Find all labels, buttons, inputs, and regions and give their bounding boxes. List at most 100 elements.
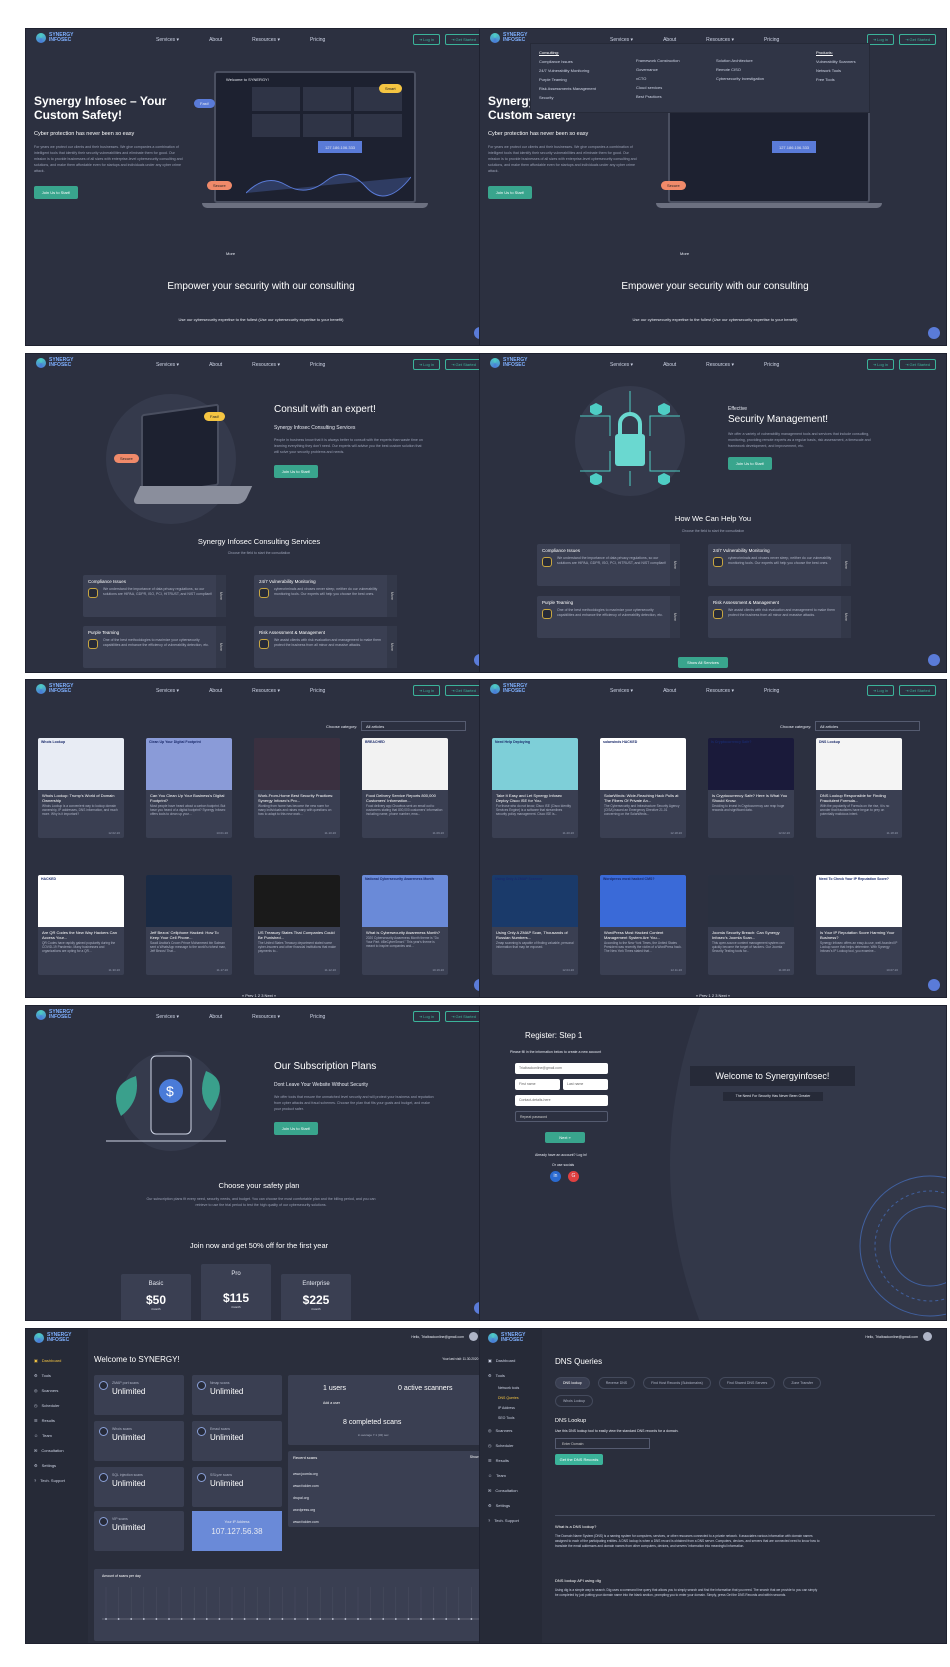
article-title[interactable]: Work-From-Home Best Security Practices: … (254, 790, 340, 804)
more-button[interactable]: More (841, 544, 851, 586)
login-button[interactable]: ⇥ Log in (866, 359, 895, 370)
sidebar-item-consultation[interactable]: ✉ Consultation (480, 1483, 542, 1498)
nav-pricing[interactable]: Pricing (310, 688, 325, 694)
article-card[interactable]: Wordpress most hacked CMS? WordPress Most… (600, 875, 686, 975)
nav-services[interactable]: Services ▾ (610, 362, 633, 368)
logo[interactable]: SYNERGY INFOSEC (36, 358, 73, 368)
article-title[interactable]: Can You Clean Up Your Business's Digital… (146, 790, 232, 804)
nav-resources[interactable]: Resources ▾ (252, 37, 280, 43)
article-title[interactable]: Joomla Security Breach: Can Synergy Info… (708, 927, 794, 941)
contact-field[interactable]: Contact-details-here (515, 1095, 608, 1106)
sidebar-item-scheduler[interactable]: ◷ Scheduler (26, 1398, 88, 1413)
nav-about[interactable]: About (209, 362, 222, 368)
logo[interactable]: SYNERGY INFOSEC (490, 684, 527, 694)
join-button[interactable]: Join Us to Start! (34, 186, 78, 199)
nav-services[interactable]: Services ▾ (156, 362, 179, 368)
menu-item[interactable]: Risk Assessments Management (539, 86, 596, 91)
join-button[interactable]: Join Us to Start! (728, 457, 772, 470)
join-button[interactable]: Join Us to Start! (274, 465, 318, 478)
sidebar-item-support[interactable]: ? Tech. Support (480, 1513, 542, 1528)
chat-icon[interactable] (928, 979, 940, 991)
sidebar-item-scheduler[interactable]: ◷ Scheduler (480, 1438, 542, 1453)
dns-tab[interactable]: Find Shared DNS Servers (718, 1377, 776, 1389)
article-title[interactable]: Whois Lookup: Trump's World of Domain Ow… (38, 790, 124, 804)
login-button[interactable]: ⇥ Log in (412, 34, 441, 45)
category-select[interactable]: All articles (361, 721, 466, 731)
get-started-button[interactable]: ⇥ Get Started (445, 685, 482, 696)
pagination[interactable]: « Prev 1 2 3 Next » (480, 993, 946, 997)
article-card[interactable]: DNS Lookup DNS Lookup Responsible for Fin… (816, 738, 902, 838)
nav-services[interactable]: Services ▾ (610, 688, 633, 694)
more-button[interactable]: More (670, 544, 680, 586)
article-title[interactable]: Is Cryptocurrency Safe? Here Is What You… (708, 790, 794, 804)
add-user-button[interactable]: Add a user (323, 1401, 340, 1405)
menu-item[interactable]: Cybersecurity Investigation (716, 76, 764, 81)
sidebar-item-team[interactable]: ☺ Team (26, 1428, 88, 1443)
menu-item[interactable]: Network Tools (816, 68, 856, 73)
service-card[interactable]: Purple Teaming One of the best methodolog… (537, 596, 680, 638)
sidebar-item-dashboard[interactable]: ▣ Dashboard (480, 1353, 542, 1368)
nav-services[interactable]: Services ▾ (156, 37, 179, 43)
article-title[interactable]: What is Cybersecurity Awareness Month? (362, 927, 448, 936)
more-link[interactable]: More (226, 251, 235, 256)
sidebar-item-support[interactable]: ? Tech. Support (26, 1473, 88, 1488)
login-link[interactable]: Already have an account? Log in! (535, 1153, 587, 1157)
article-card[interactable]: Work-From-Home Best Security Practices: … (254, 738, 340, 838)
service-card[interactable]: 24/7 Vulnerability Monitoring cybercrimin… (708, 544, 851, 586)
join-button[interactable]: Join Us to Start! (274, 1122, 318, 1135)
article-card[interactable]: Using Only A ZMAP Scanner Using Only A ZM… (492, 875, 578, 975)
article-card[interactable]: solarwinds HACKED SolarWinds: Wide-Reachi… (600, 738, 686, 838)
article-card[interactable]: National Cybersecurity Awareness Month Wh… (362, 875, 448, 975)
article-title[interactable]: Take It Easy and Let Synergy Infosec Dep… (492, 790, 578, 804)
recent-item[interactable]: drupal.org (293, 1492, 319, 1504)
service-card[interactable]: 24/7 Vulnerability Monitoring cybercrimin… (254, 575, 397, 617)
article-title[interactable]: DNS Lookup Responsible for Finding Fraud… (816, 790, 902, 804)
sidebar-item-dashboard[interactable]: ▣ Dashboard (26, 1353, 88, 1368)
more-button[interactable]: More (670, 596, 680, 638)
login-button[interactable]: ⇥ Log in (866, 34, 895, 45)
recent-item[interactable]: wordpress.org (293, 1504, 319, 1516)
menu-item[interactable]: Governance (636, 67, 680, 72)
recent-item[interactable]: www.fodder.com (293, 1480, 319, 1492)
menu-item[interactable]: vCTO (636, 76, 680, 81)
plan-card[interactable]: Enterprise $225/month (281, 1274, 351, 1320)
nav-about[interactable]: About (663, 362, 676, 368)
service-card[interactable]: Purple Teaming One of the best methodolog… (83, 626, 226, 668)
email-field[interactable]: Trialbackonline@gmail.com (515, 1063, 608, 1074)
linkedin-icon[interactable]: in (550, 1171, 561, 1182)
nav-pricing[interactable]: Pricing (764, 688, 779, 694)
sidebar-item-results[interactable]: ☰ Results (26, 1413, 88, 1428)
logo[interactable]: SYNERGY INFOSEC (490, 33, 527, 43)
article-card[interactable]: Whois Lookup Whois Lookup: Trump's World … (38, 738, 124, 838)
get-started-button[interactable]: ⇥ Get Started (899, 685, 936, 696)
service-card[interactable]: Compliance Issues We understand the impor… (537, 544, 680, 586)
get-started-button[interactable]: ⇥ Get Started (899, 359, 936, 370)
menu-item[interactable]: Framework Construction (636, 58, 680, 63)
article-card[interactable]: Jeff Bezos' Cellphone Hacked: How To Kee… (146, 875, 232, 975)
sidebar-item-tools[interactable]: ⚙ Tools (480, 1368, 542, 1383)
article-title[interactable]: WordPress Most Hacked Content Management… (600, 927, 686, 941)
menu-item[interactable]: Security (539, 95, 596, 100)
nav-services[interactable]: Services ▾ (156, 688, 179, 694)
sidebar-subitem[interactable]: SEO Tools (498, 1413, 542, 1423)
logo[interactable]: SYNERGY INFOSEC (488, 1333, 550, 1343)
menu-item[interactable]: Free Tools (816, 77, 856, 82)
nav-about[interactable]: About (209, 37, 222, 43)
service-card[interactable]: Compliance Issues We understand the impor… (83, 575, 226, 617)
sidebar-item-settings[interactable]: ⚙ Settings (26, 1458, 88, 1473)
article-title[interactable]: Food Delivery Service Reports 800,000 Cu… (362, 790, 448, 804)
menu-item[interactable]: Remote CISO (716, 67, 764, 72)
domain-input[interactable]: Enter Domain (555, 1438, 650, 1449)
pagination[interactable]: « Prev 1 2 3 Next » (26, 993, 492, 997)
chat-icon[interactable] (928, 327, 940, 339)
nav-about[interactable]: About (209, 1014, 222, 1020)
sidebar-item-team[interactable]: ☺ Team (480, 1468, 542, 1483)
login-button[interactable]: ⇥ Log in (412, 685, 441, 696)
logo[interactable]: SYNERGY INFOSEC (36, 33, 73, 43)
sidebar-subitem-active[interactable]: DNS Queries (498, 1393, 542, 1403)
article-title[interactable]: US Treasury States That Companies Could … (254, 927, 340, 941)
dns-tab[interactable]: Whois Lookup (555, 1395, 594, 1407)
more-button[interactable]: More (841, 596, 851, 638)
sidebar-item-scanners[interactable]: ◎ Scanners (480, 1423, 542, 1438)
nav-resources[interactable]: Resources ▾ (252, 1014, 280, 1020)
